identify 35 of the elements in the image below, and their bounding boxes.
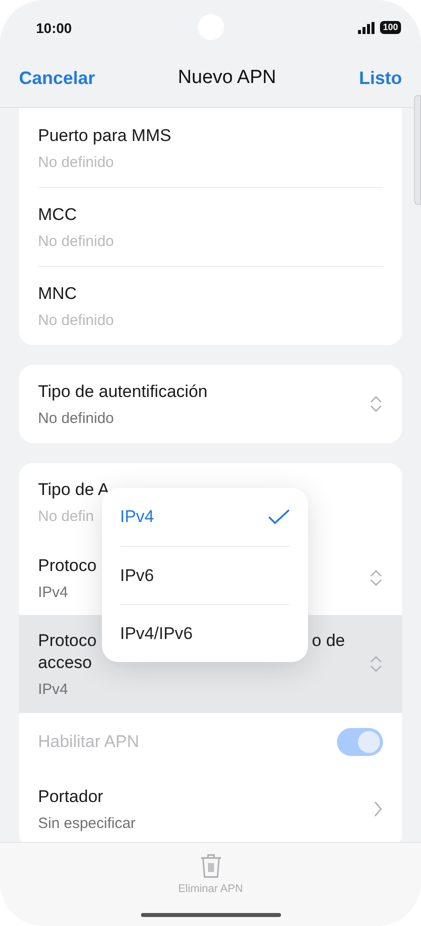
row-label: Protoco — [38, 630, 97, 652]
row-value: IPv4 — [38, 584, 68, 601]
signal-icon — [358, 22, 375, 34]
row-label: Puerto para MMS — [38, 124, 172, 146]
row-label: Portador — [38, 786, 104, 808]
done-button[interactable]: Listo — [359, 68, 402, 88]
chevron-right-icon — [373, 800, 383, 818]
menu-option[interactable]: IPv6 — [120, 546, 290, 604]
up-down-icon — [369, 394, 383, 414]
screen-title: Nuevo APN — [178, 67, 276, 89]
menu-option[interactable]: IPv4 — [120, 488, 290, 546]
row-label: Protoco — [38, 555, 97, 577]
row-value: No definido — [38, 154, 114, 170]
row-value: No definido — [38, 312, 114, 328]
checkmark-icon — [268, 509, 290, 525]
row-value: No definido — [38, 232, 114, 250]
battery-level: 100 — [380, 21, 401, 34]
menu-option[interactable]: IPv4/IPv6 — [120, 604, 290, 662]
row-label: Tipo de autentificación — [38, 381, 208, 403]
trash-icon — [200, 853, 222, 879]
scrollbar[interactable] — [414, 95, 421, 205]
cancel-button[interactable]: Cancelar — [19, 68, 96, 88]
row-value: No definido — [38, 410, 114, 427]
row-label: o de — [312, 630, 345, 652]
delete-apn-button[interactable]: Eliminar APN — [178, 883, 243, 895]
row-label: MCC — [38, 204, 77, 226]
row-label: acceso — [38, 652, 92, 674]
row-value: No defin — [38, 508, 94, 525]
row-label: Habilitar APN — [38, 730, 140, 752]
status-time: 10:00 — [36, 20, 72, 36]
up-down-icon — [369, 654, 383, 674]
up-down-icon — [369, 568, 383, 588]
row-value: Sin especificar — [38, 815, 136, 832]
row-label: MNC — [38, 282, 77, 304]
row-value: IPv4 — [38, 681, 68, 698]
